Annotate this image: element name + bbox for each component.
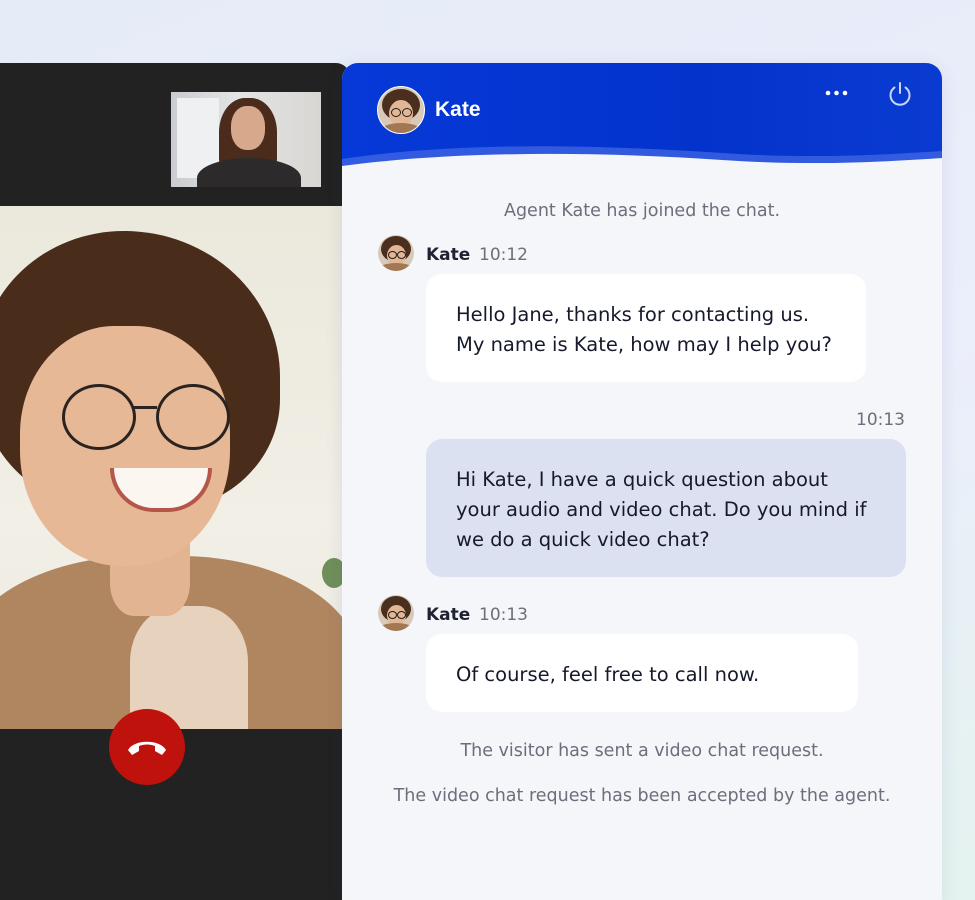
message-text-line: your audio and video chat. Do you mind i…: [456, 498, 867, 521]
video-call-panel: [0, 63, 350, 900]
system-message-video-accepted: The video chat request has been accepted…: [393, 786, 891, 806]
power-icon: [889, 82, 911, 106]
system-message-video-request: The visitor has sent a video chat reques…: [460, 741, 824, 761]
message-time: 10:13: [479, 605, 528, 625]
header-wave: [342, 146, 942, 173]
message-text-line: My name is Kate, how may I help you?: [456, 333, 832, 356]
end-call-button[interactable]: [109, 709, 185, 785]
agent-message-bubble: Of course, feel free to call now.: [426, 634, 858, 712]
message-text-line: Hi Kate, I have a quick question about: [456, 468, 828, 491]
system-message-joined: Agent Kate has joined the chat.: [503, 201, 781, 221]
agent-avatar: [377, 86, 425, 134]
message-text-line: Of course, feel free to call now.: [456, 663, 760, 686]
agent-name: Kate: [435, 98, 481, 121]
more-horizontal-icon: [825, 90, 848, 96]
agent-message-bubble: Hello Jane, thanks for contacting us. My…: [426, 274, 866, 382]
chat-panel: Kate Agent Kate has joined the chat. Kat…: [342, 63, 942, 900]
message-text-line: we do a quick video chat?: [456, 528, 710, 551]
end-chat-button[interactable]: [885, 79, 915, 109]
sender-name: Kate: [426, 245, 471, 265]
sender-name: Kate: [426, 605, 471, 625]
message-time: 10:12: [479, 245, 528, 265]
more-options-button[interactable]: [822, 83, 856, 103]
message-text-line: Hello Jane, thanks for contacting us.: [456, 303, 810, 326]
phone-hangup-icon: [128, 741, 166, 755]
visitor-message-bubble: Hi Kate, I have a quick question about y…: [426, 439, 906, 577]
message-time: 10:13: [856, 410, 905, 430]
message-avatar: [378, 235, 414, 271]
chat-header: Kate: [342, 63, 942, 173]
self-view-video: [171, 92, 321, 187]
message-avatar: [378, 595, 414, 631]
remote-video: [0, 206, 342, 729]
